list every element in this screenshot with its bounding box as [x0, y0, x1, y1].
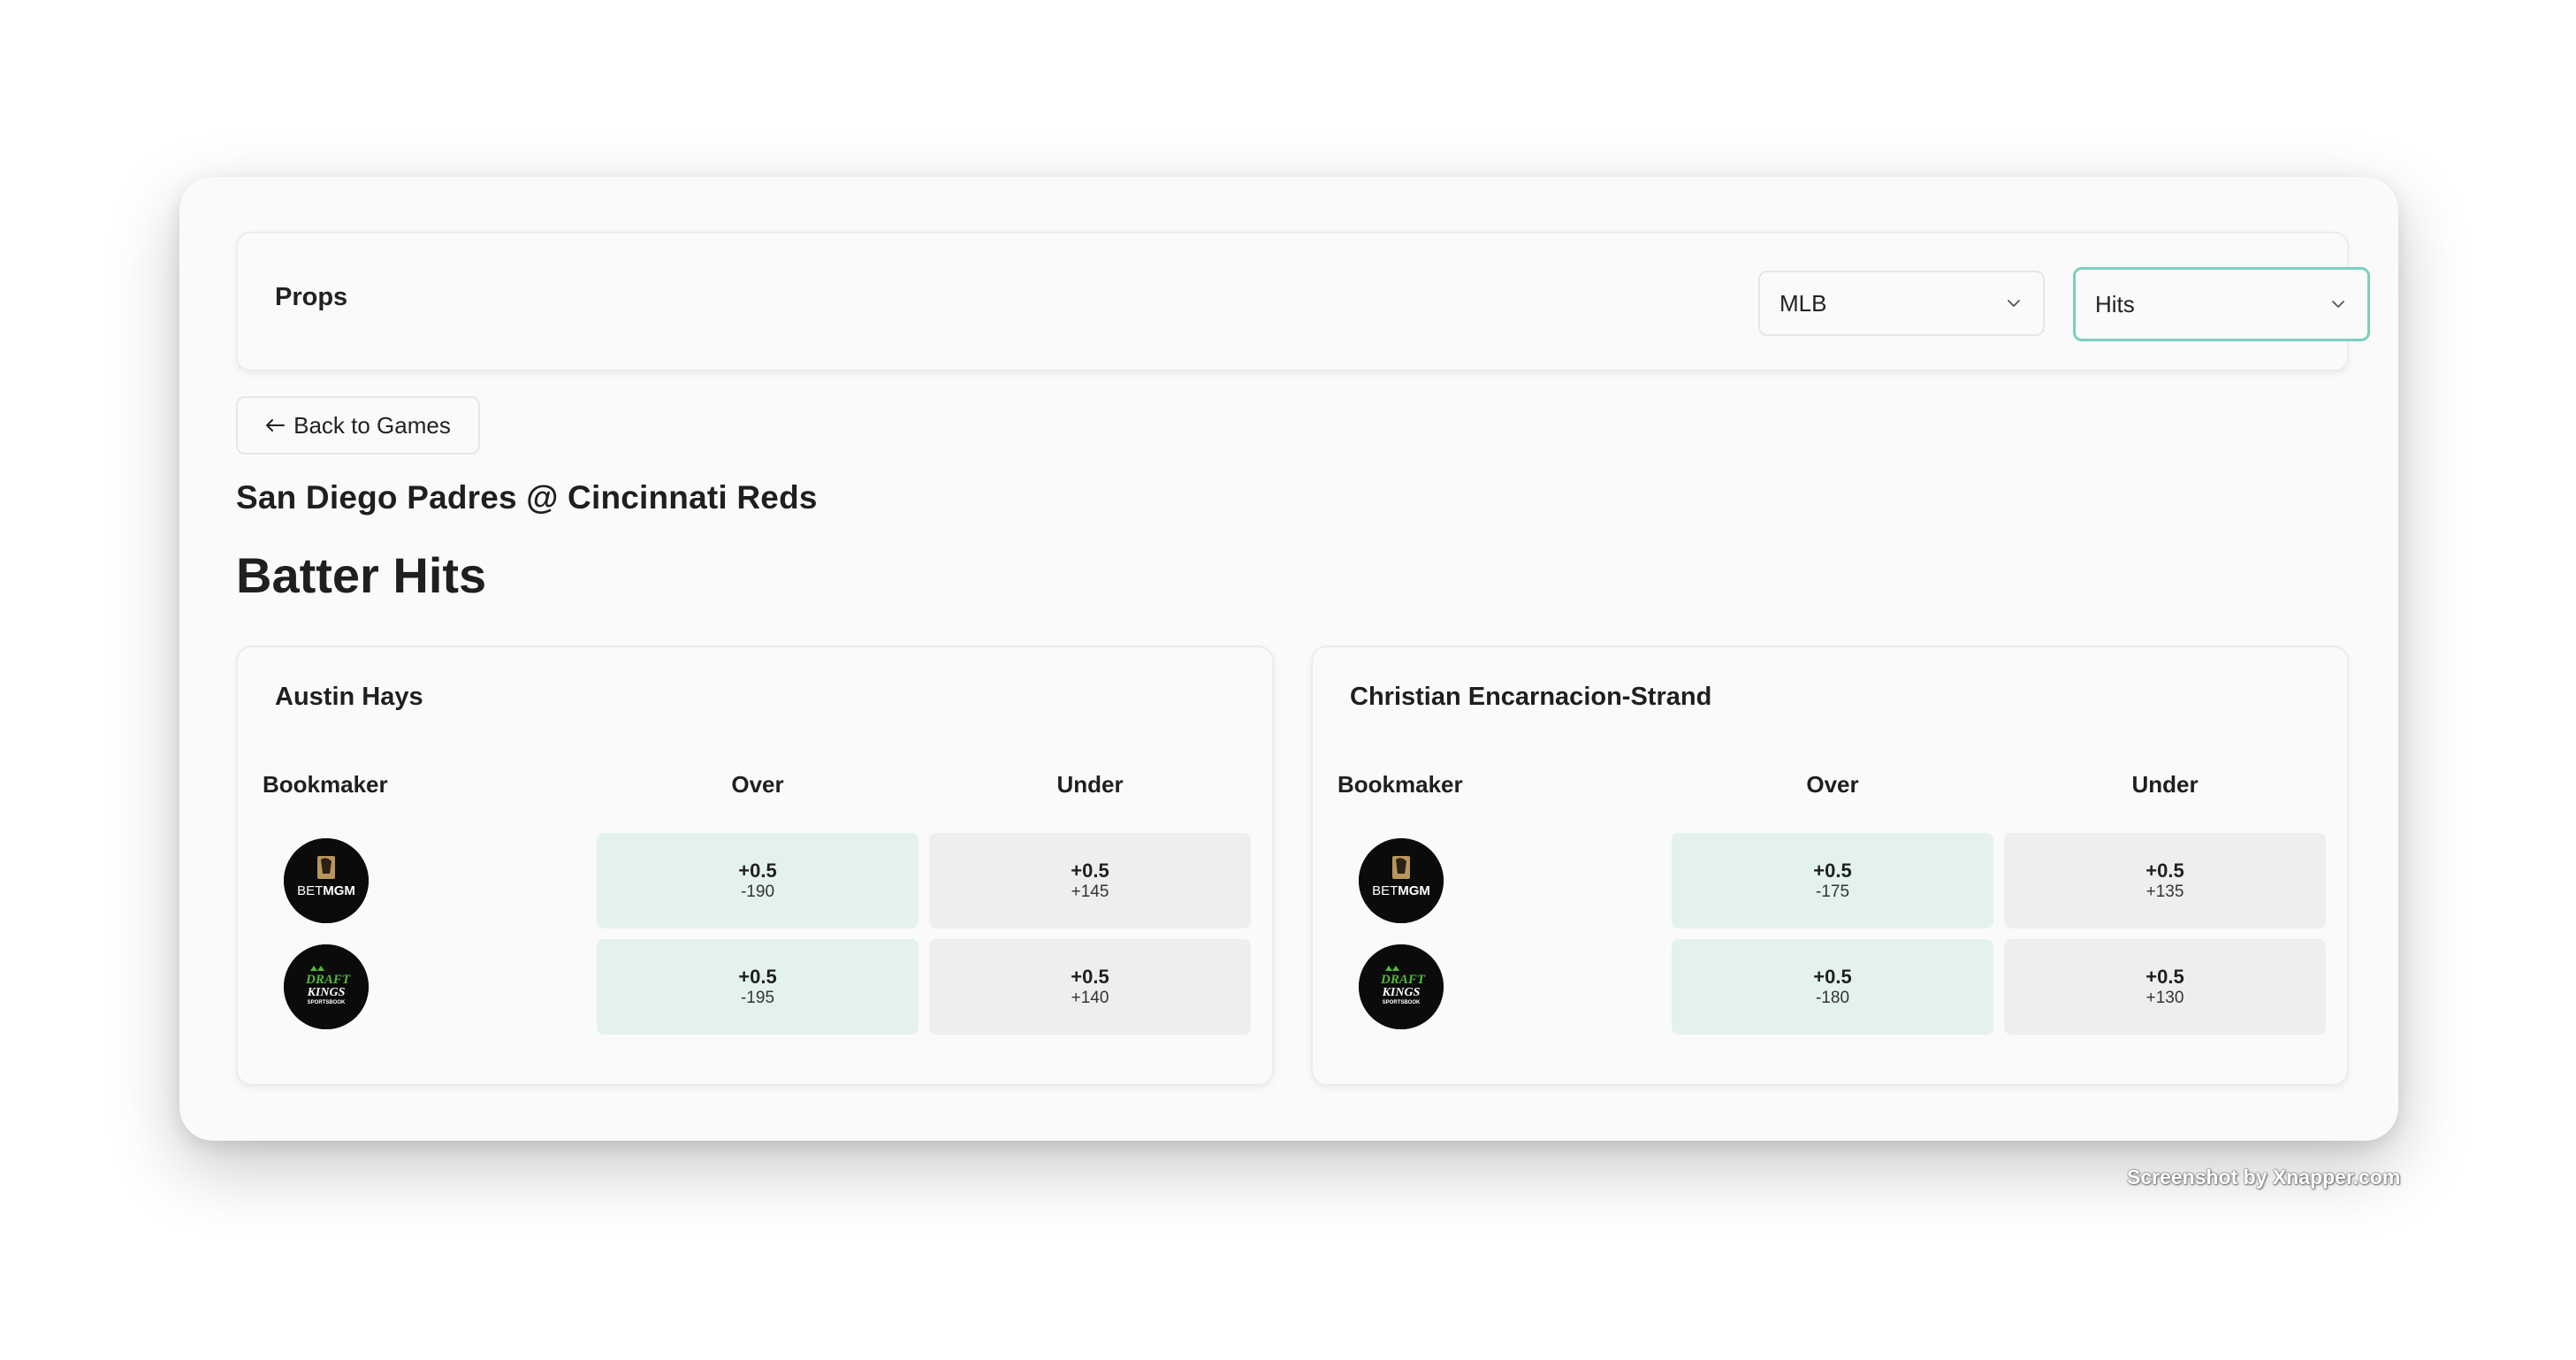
- over-odds-button[interactable]: +0.5 -175: [1672, 833, 1993, 928]
- svg-text:KINGS: KINGS: [307, 986, 346, 999]
- market-title: Batter Hits: [236, 547, 487, 603]
- league-select[interactable]: MLB: [1758, 271, 2045, 336]
- watermark: Screenshot by Xnapper.com: [2127, 1165, 2401, 1188]
- over-header: Over: [731, 771, 784, 798]
- under-price: +130: [2145, 989, 2184, 1007]
- league-select-value: MLB: [1780, 289, 1827, 317]
- chevron-down-icon: [2332, 301, 2344, 308]
- player-name: Christian Encarnacion-Strand: [1350, 683, 1712, 711]
- over-point: +0.5: [1813, 860, 1852, 882]
- player-card: Austin Hays Bookmaker Over Under BETMGM …: [236, 646, 1274, 1086]
- under-price: +145: [1071, 882, 1109, 901]
- table-row: DRAFT KINGS SPORTSBOOK +0.5 -195 +0.5 +1…: [238, 939, 1272, 1035]
- svg-text:SPORTSBOOK: SPORTSBOOK: [308, 1000, 346, 1005]
- under-price: +135: [2145, 882, 2184, 901]
- page-title: Props: [275, 283, 348, 311]
- over-odds-button[interactable]: +0.5 -190: [597, 833, 918, 928]
- over-odds-button[interactable]: +0.5 -195: [597, 939, 918, 1035]
- draftkings-logo: DRAFT KINGS SPORTSBOOK: [1359, 944, 1444, 1029]
- market-select[interactable]: Hits: [2073, 267, 2370, 341]
- player-name: Austin Hays: [275, 683, 423, 711]
- under-header: Under: [2131, 771, 2199, 798]
- over-price: -195: [740, 989, 775, 1007]
- under-point: +0.5: [2145, 860, 2184, 882]
- props-header: Props MLB Hits: [236, 232, 2370, 371]
- under-odds-button[interactable]: +0.5 +140: [929, 939, 1251, 1035]
- back-button-label: Back to Games: [293, 411, 451, 439]
- svg-text:KINGS: KINGS: [1382, 986, 1421, 999]
- market-select-value: Hits: [2095, 290, 2135, 317]
- table-row: BETMGM +0.5 -190 +0.5 +145: [238, 833, 1272, 928]
- svg-text:BETMGM: BETMGM: [297, 883, 355, 898]
- svg-text:DRAFT: DRAFT: [305, 973, 351, 987]
- over-header: Over: [1806, 771, 1859, 798]
- player-card: Christian Encarnacion-Strand Bookmaker O…: [1311, 646, 2349, 1086]
- over-price: -180: [1815, 989, 1850, 1007]
- bookmaker-header: Bookmaker: [1338, 771, 1463, 798]
- under-point: +0.5: [1071, 860, 1109, 882]
- over-point: +0.5: [1813, 966, 1852, 988]
- under-point: +0.5: [1071, 966, 1109, 988]
- betmgm-logo: BETMGM: [1359, 838, 1444, 923]
- over-price: -190: [740, 882, 775, 901]
- svg-text:DRAFT: DRAFT: [1380, 973, 1426, 987]
- game-title: San Diego Padres @ Cincinnati Reds: [236, 479, 818, 516]
- under-header: Under: [1056, 771, 1124, 798]
- under-price: +140: [1071, 989, 1109, 1007]
- under-point: +0.5: [2145, 966, 2184, 988]
- table-row: DRAFT KINGS SPORTSBOOK +0.5 -180 +0.5 +1…: [1313, 939, 2347, 1035]
- svg-text:SPORTSBOOK: SPORTSBOOK: [1383, 1000, 1421, 1005]
- over-price: -175: [1815, 882, 1850, 901]
- table-row: BETMGM +0.5 -175 +0.5 +135: [1313, 833, 2347, 928]
- back-to-games-button[interactable]: Back to Games: [236, 396, 480, 455]
- under-odds-button[interactable]: +0.5 +135: [2004, 833, 2326, 928]
- draftkings-logo: DRAFT KINGS SPORTSBOOK: [284, 944, 369, 1029]
- bookmaker-header: Bookmaker: [263, 771, 388, 798]
- arrow-left-icon: [266, 419, 286, 432]
- svg-text:BETMGM: BETMGM: [1372, 883, 1430, 898]
- under-odds-button[interactable]: +0.5 +145: [929, 833, 1251, 928]
- chevron-down-icon: [2008, 300, 2020, 307]
- under-odds-button[interactable]: +0.5 +130: [2004, 939, 2326, 1035]
- over-point: +0.5: [738, 966, 777, 988]
- over-point: +0.5: [738, 860, 777, 882]
- over-odds-button[interactable]: +0.5 -180: [1672, 939, 1993, 1035]
- betmgm-logo: BETMGM: [284, 838, 369, 923]
- app-window: Props MLB Hits Back to Games San Diego P…: [179, 177, 2398, 1141]
